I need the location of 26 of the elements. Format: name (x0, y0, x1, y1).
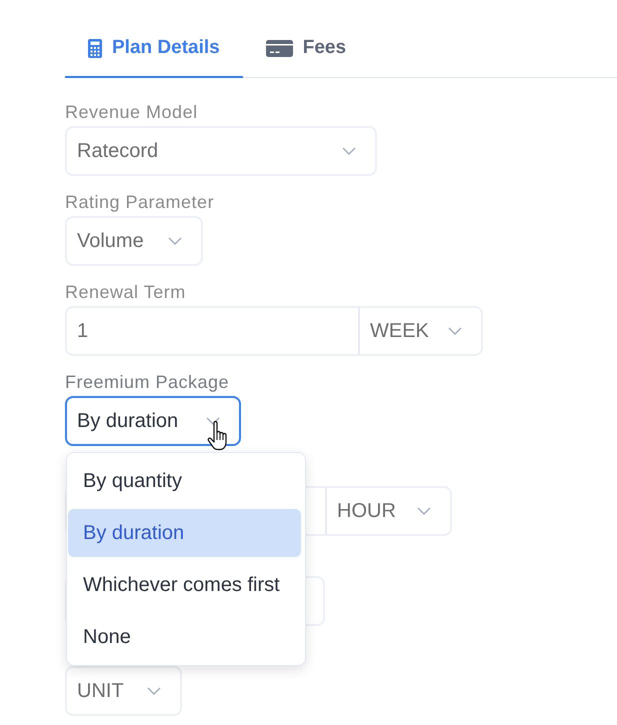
dropdown-option[interactable]: Whichever comes first (68, 561, 301, 609)
calculator-icon (88, 38, 102, 58)
select-field[interactable]: Ratecord (65, 126, 377, 176)
chevron-down-icon (206, 417, 220, 425)
tab[interactable]: Plan Details (65, 20, 243, 78)
select-field[interactable]: HOUR (325, 486, 452, 536)
field-label: Revenue Model (65, 102, 198, 122)
select-field[interactable]: UNIT (65, 666, 182, 716)
dropdown-option[interactable]: By duration (68, 509, 301, 557)
field-label: Renewal Term (65, 282, 186, 302)
dropdown-option[interactable]: None (68, 613, 301, 661)
credit-card-icon (266, 40, 293, 56)
chevron-down-icon (168, 237, 182, 245)
dropdown-option[interactable]: By quantity (68, 457, 301, 505)
chevron-down-icon (417, 507, 431, 515)
hand-pointer-icon (207, 420, 228, 451)
select-field[interactable]: Volume (65, 216, 203, 266)
chevron-down-icon (342, 147, 356, 155)
select-field[interactable]: WEEK (358, 306, 483, 356)
input-field[interactable]: 1 (65, 306, 358, 356)
chevron-down-icon (147, 687, 161, 695)
field-label: Freemium Package (65, 372, 230, 392)
field-label: Rating Parameter (65, 192, 214, 212)
select-field[interactable]: By duration (65, 396, 241, 446)
tab[interactable]: Fees (242, 20, 370, 78)
chevron-down-icon (448, 327, 462, 335)
